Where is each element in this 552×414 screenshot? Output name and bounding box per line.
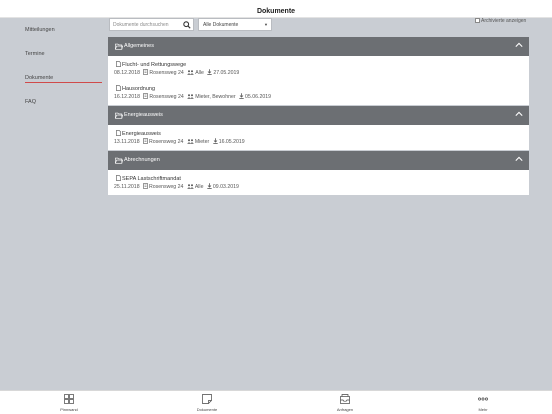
building-icon — [143, 93, 149, 99]
more-icon — [478, 397, 488, 401]
group-header-abrechnungen[interactable]: Abrechnungen — [108, 151, 529, 170]
document-meta: 25.11.2018 Rosensweg 24 Alle 09.03.2019 — [114, 183, 239, 190]
group-documents-abrechnungen: SEPA Lastschriftmandat 25.11.2018 Rosens… — [108, 170, 529, 195]
chevron-up-icon[interactable] — [515, 156, 523, 162]
document-audience: Alle — [194, 184, 204, 190]
file-icon — [116, 85, 121, 91]
group-header-energieausweis[interactable]: Energieausweis — [108, 106, 529, 125]
filter-value: Alle Dokumente — [203, 22, 239, 28]
tab-label: Dokumente — [196, 407, 218, 412]
sidebar-item-mitteilungen[interactable]: Mitteilungen — [25, 27, 55, 33]
document-meta: 13.11.2018 Rosensweg 24 Mieter 16.05.201… — [114, 138, 245, 145]
page-title: Dokumente — [256, 8, 296, 15]
archive-checkbox[interactable] — [475, 18, 480, 23]
download-icon — [239, 93, 244, 99]
building-icon — [143, 69, 149, 75]
tab-dokumente[interactable]: Dokumente — [177, 391, 237, 414]
tab-label: Pinnwand — [60, 407, 78, 412]
users-icon — [187, 139, 194, 144]
sidebar-item-faq[interactable]: FAQ — [25, 99, 36, 105]
grid-icon — [64, 394, 74, 404]
chevron-up-icon[interactable] — [515, 111, 523, 117]
group-name: Allgemeines — [124, 43, 154, 49]
document-audience: Alle — [195, 70, 204, 76]
chevron-up-icon[interactable] — [515, 42, 523, 48]
document-download-date: 09.03.2019 — [212, 184, 239, 190]
tab-anfragen[interactable]: Anfragen — [315, 391, 375, 414]
caret-down-icon: ▼ — [264, 22, 268, 27]
document-date: 13.11.2018 — [114, 139, 140, 145]
inbox-icon — [340, 394, 350, 404]
group-name: Energieausweis — [124, 112, 163, 118]
download-icon — [207, 183, 212, 189]
document-audience: Mieter, Bewohner — [195, 94, 236, 100]
group-documents-energieausweis: Energieausweis 13.11.2018 Rosensweg 24 M… — [108, 125, 529, 150]
document-title: Flucht- und Rettungswege — [122, 62, 187, 68]
archive-label: Archivierte anzeigen — [481, 18, 527, 24]
document-meta: 16.12.2018 Rosensweg 24 Mieter, Bewohner… — [114, 93, 271, 100]
users-icon — [187, 184, 194, 189]
document-link[interactable]: SEPA Lastschriftmandat — [116, 175, 181, 182]
document-title: Hausordnung — [122, 86, 156, 92]
document-property: Rosensweg 24 — [149, 70, 184, 76]
building-icon — [143, 183, 148, 189]
document-download-date: 16.05.2019 — [218, 139, 245, 145]
group-header-allgemeines[interactable]: Allgemeines — [108, 37, 529, 56]
file-icon — [116, 130, 121, 136]
search-box — [109, 18, 194, 31]
document-meta: 08.12.2018 Rosensweg 24 Alle 27.05.2019 — [114, 69, 239, 76]
document-link[interactable]: Flucht- und Rettungswege — [116, 61, 186, 68]
file-icon — [116, 61, 121, 67]
archive-toggle[interactable]: Archivierte anzeigen — [475, 18, 526, 24]
tab-mehr[interactable]: Mehr — [453, 391, 513, 414]
document-download-date: 05.06.2019 — [245, 94, 271, 100]
document-property: Rosensweg 24 — [149, 184, 184, 190]
tab-pinnwand[interactable]: Pinnwand — [39, 391, 99, 414]
document-link[interactable]: Hausordnung — [116, 85, 155, 92]
folder-open-icon — [115, 43, 123, 50]
search-input[interactable] — [113, 19, 183, 30]
document-filter-select[interactable]: Alle Dokumente ▼ — [198, 18, 272, 31]
sidebar: Mitteilungen Termine Dokumente FAQ — [0, 18, 108, 390]
tab-bar: Pinnwand Dokumente Anfragen Mehr — [0, 390, 552, 414]
sidebar-active-indicator — [25, 82, 102, 83]
search-icon[interactable] — [183, 21, 191, 29]
document-date: 25.11.2018 — [114, 184, 140, 190]
building-icon — [143, 138, 148, 144]
title-bar: Dokumente — [0, 0, 552, 18]
document-property: Rosensweg 24 — [149, 94, 184, 100]
users-icon — [187, 70, 195, 75]
document-audience: Mieter — [194, 139, 210, 145]
users-icon — [187, 94, 195, 99]
document-date: 16.12.2018 — [114, 94, 140, 100]
document-title: SEPA Lastschriftmandat — [122, 176, 181, 182]
group-name: Abrechnungen — [124, 157, 160, 163]
folder-open-icon — [115, 112, 123, 119]
document-property: Rosensweg 24 — [149, 139, 184, 145]
sidebar-item-termine[interactable]: Termine — [25, 51, 45, 57]
document-link[interactable]: Energieausweis — [116, 130, 161, 137]
document-title: Energieausweis — [122, 131, 161, 137]
document-icon — [202, 394, 212, 404]
folder-open-icon — [115, 157, 123, 164]
tab-label: Anfragen — [336, 407, 354, 412]
download-icon — [207, 69, 213, 75]
download-icon — [212, 138, 218, 144]
sidebar-item-dokumente[interactable]: Dokumente — [25, 75, 53, 81]
group-documents-allgemeines: Flucht- und Rettungswege 08.12.2018 Rose… — [108, 56, 529, 105]
file-icon — [116, 175, 121, 181]
tab-label: Mehr — [478, 407, 488, 412]
document-download-date: 27.05.2019 — [213, 70, 240, 76]
document-date: 08.12.2018 — [114, 70, 140, 76]
